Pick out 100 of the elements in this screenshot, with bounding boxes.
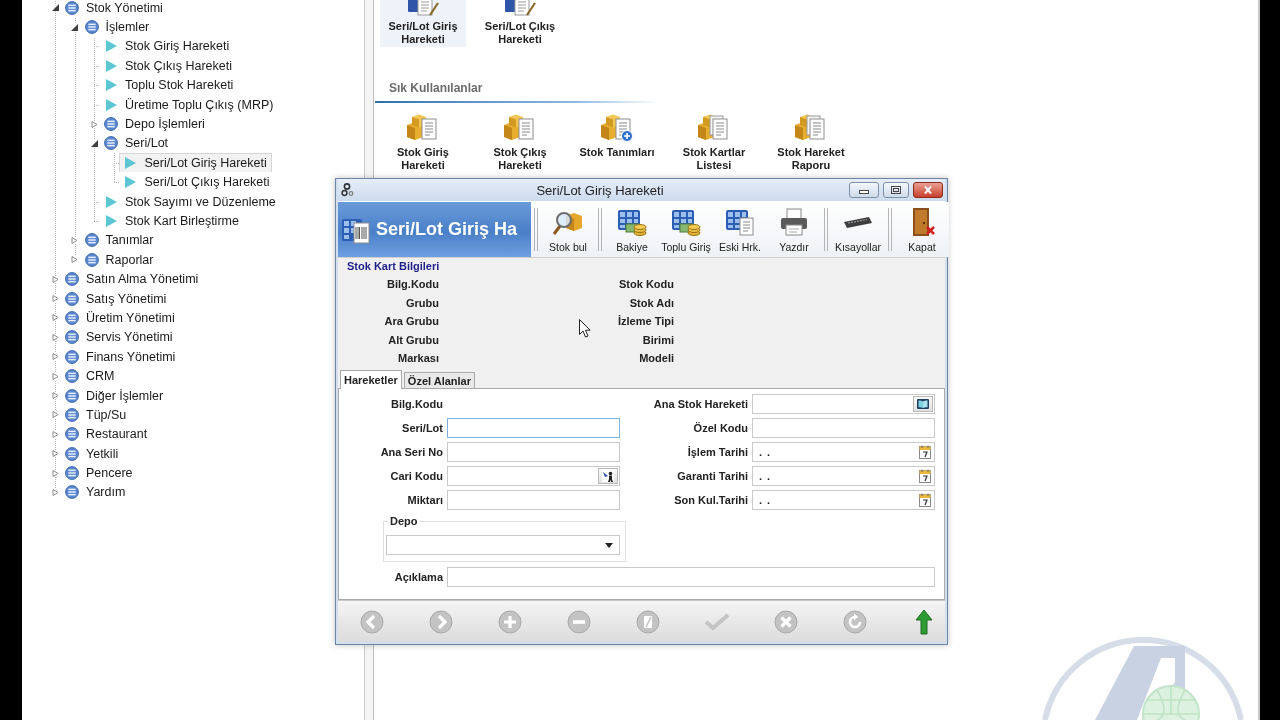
field-label: Bilg.Kodu bbox=[391, 398, 443, 410]
circles-icon bbox=[341, 183, 355, 197]
toolbar-button[interactable]: Kapat bbox=[895, 202, 949, 257]
field-label: Ara Grubu bbox=[384, 315, 439, 328]
date-field[interactable]: . . bbox=[752, 466, 935, 486]
tree-item[interactable]: Seri/Lot Giriş Hareketi bbox=[118, 152, 272, 173]
header-title: Seri/Lot Giriş Ha bbox=[376, 219, 518, 240]
list-circle-icon bbox=[65, 291, 79, 306]
maximize-button[interactable] bbox=[883, 182, 909, 198]
mouse-pointer-icon bbox=[579, 319, 591, 338]
triangle-icon bbox=[105, 79, 117, 92]
caret-down-icon bbox=[605, 542, 613, 548]
triangle-icon bbox=[105, 98, 117, 111]
field-label: Alt Grubu bbox=[388, 333, 439, 346]
field-label: Son Kul.Tarihi bbox=[674, 494, 748, 506]
list-circle-icon bbox=[65, 349, 79, 364]
minus-icon bbox=[567, 609, 591, 634]
toolbar-button[interactable]: Yazdır bbox=[767, 202, 821, 257]
field-label: Ana Stok Hareketi bbox=[653, 398, 748, 410]
plus-icon bbox=[498, 609, 522, 634]
checkmark-icon bbox=[704, 612, 730, 631]
keyboard-icon bbox=[843, 216, 873, 229]
input-field[interactable] bbox=[447, 418, 620, 438]
list-circle-icon bbox=[65, 407, 79, 422]
maximize-icon bbox=[891, 186, 901, 194]
list-circle-icon bbox=[65, 0, 79, 15]
expander-icon[interactable] bbox=[90, 139, 98, 147]
launcher-tile[interactable]: Seri/Lot Giriş Hareketi bbox=[380, 0, 466, 47]
group-label: Depo bbox=[389, 515, 419, 527]
toolbar-button[interactable]: Eski Hrk. bbox=[713, 202, 767, 257]
tab[interactable]: Özel Alanlar bbox=[403, 372, 475, 388]
date-field[interactable]: . . bbox=[752, 442, 935, 462]
field-label: Özel Kodu bbox=[693, 422, 748, 434]
expander-icon[interactable] bbox=[71, 23, 78, 31]
list-circle-icon bbox=[65, 446, 79, 461]
field-label: Markası bbox=[398, 352, 439, 365]
list-circle-icon bbox=[65, 388, 79, 403]
refresh-icon bbox=[843, 609, 867, 634]
field-label: Seri/Lot bbox=[402, 422, 443, 434]
calendar-icon bbox=[919, 469, 931, 483]
input-field[interactable] bbox=[447, 442, 620, 462]
boxes-document-plus-icon bbox=[600, 112, 634, 142]
field-label: Grubu bbox=[406, 296, 439, 309]
input-field[interactable] bbox=[447, 466, 620, 486]
shortcut-tile[interactable]: Stok Hareket Raporu bbox=[768, 112, 854, 173]
field-label: Miktarı bbox=[407, 494, 443, 506]
x-circle-icon bbox=[774, 609, 798, 634]
shortcut-tile[interactable]: Stok Giriş Hareketi bbox=[380, 112, 466, 173]
list-circle-icon bbox=[104, 117, 118, 132]
field-label: Açıklama bbox=[394, 571, 443, 583]
window-title: Seri/Lot Giriş Hareketi bbox=[536, 182, 664, 198]
list-circle-icon bbox=[65, 466, 79, 481]
printer-icon bbox=[779, 207, 809, 237]
person-icon bbox=[601, 469, 615, 483]
list-circle-icon bbox=[84, 233, 99, 248]
input-field[interactable] bbox=[752, 418, 935, 438]
arrow-right-icon bbox=[429, 609, 453, 634]
toolbar-button[interactable]: Toplu Giriş bbox=[659, 202, 713, 257]
input-field[interactable] bbox=[752, 394, 935, 414]
lookup-button[interactable] bbox=[598, 468, 618, 484]
field-label: Modeli bbox=[639, 352, 674, 365]
lookup-button[interactable] bbox=[913, 396, 933, 412]
toolbar-button[interactable]: Bakiye bbox=[605, 202, 659, 257]
field-label: Garanti Tarihi bbox=[677, 470, 748, 482]
book-icon bbox=[916, 397, 930, 411]
minimize-button[interactable] bbox=[849, 182, 879, 198]
toolbar-button[interactable]: Kısayollar bbox=[831, 202, 885, 257]
triangle-icon bbox=[125, 156, 136, 169]
toolbar-button[interactable]: Stok bul bbox=[541, 202, 595, 257]
dropdown-field[interactable] bbox=[386, 535, 620, 555]
field-label: Cari Kodu bbox=[390, 470, 443, 482]
shortcut-tile[interactable]: Stok Kartlar Listesi bbox=[671, 112, 757, 173]
expander-icon[interactable] bbox=[51, 4, 59, 12]
shortcut-tile[interactable]: Stok Çıkış Hareketi bbox=[477, 112, 563, 173]
input-field[interactable] bbox=[447, 567, 935, 587]
field-label: Stok Adı bbox=[629, 296, 674, 309]
date-field[interactable]: . . bbox=[752, 490, 935, 510]
triangle-icon bbox=[105, 195, 117, 208]
triangle-icon bbox=[105, 40, 117, 53]
launcher-tile[interactable]: Seri/Lot Çıkış Hareketi bbox=[477, 0, 563, 47]
triangle-icon bbox=[105, 59, 117, 72]
grid-coins-icon bbox=[617, 207, 647, 237]
field-label: Bilg.Kodu bbox=[387, 278, 439, 291]
input-field[interactable] bbox=[447, 490, 620, 510]
list-circle-icon bbox=[65, 272, 79, 287]
section-title: Sık Kullanılanlar bbox=[389, 81, 483, 95]
close-button[interactable] bbox=[913, 182, 943, 198]
list-circle-icon bbox=[65, 330, 79, 345]
notepad-icon bbox=[636, 609, 660, 634]
triangle-icon bbox=[105, 215, 117, 227]
shortcut-tile[interactable]: Stok Tanımları bbox=[574, 112, 660, 173]
card-document-icon bbox=[406, 0, 440, 16]
close-icon bbox=[923, 186, 933, 194]
list-circle-icon bbox=[65, 485, 79, 500]
field-label: Birimi bbox=[642, 333, 674, 346]
calendar-icon bbox=[919, 445, 931, 459]
grid-document-icon bbox=[725, 207, 755, 237]
field-label: İşlem Tarihi bbox=[687, 446, 748, 458]
tab[interactable]: Hareketler bbox=[340, 370, 402, 389]
list-circle-icon bbox=[84, 252, 99, 267]
